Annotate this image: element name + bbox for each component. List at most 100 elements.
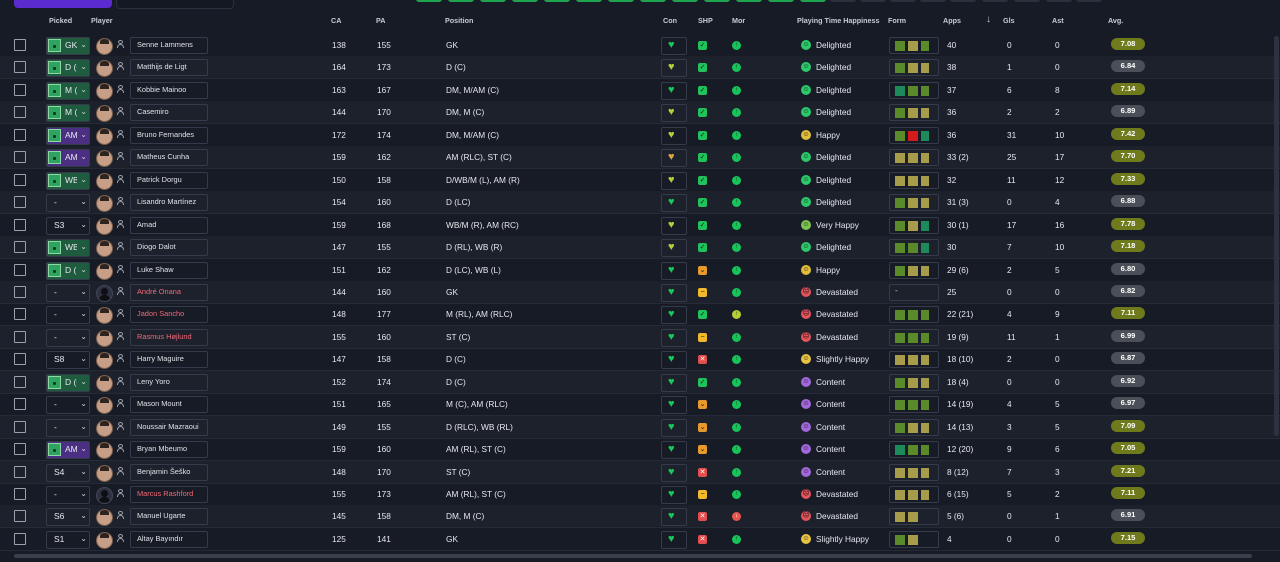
toolbar-button[interactable]	[512, 0, 538, 2]
column-header-happiness[interactable]: Playing Time Happiness	[797, 16, 880, 25]
condition-cell[interactable]: ♥	[661, 81, 687, 100]
form-cell[interactable]	[889, 396, 939, 414]
table-row[interactable]: - ⌄ André Onana 144 160 GK ♥ − ↑ ☹ Devastated -25 0 0…	[0, 280, 1280, 304]
column-header-mor[interactable]: Mor	[732, 16, 745, 25]
picked-dropdown[interactable]: S6 ⌄	[46, 508, 90, 527]
form-cell[interactable]	[889, 59, 939, 77]
condition-cell[interactable]: ♥	[661, 441, 687, 460]
toolbar-button[interactable]	[544, 0, 570, 2]
player-name-link[interactable]: Bryan Mbeumo	[130, 441, 208, 459]
form-cell[interactable]	[889, 418, 939, 436]
column-header-player[interactable]: Player	[91, 16, 113, 25]
table-row[interactable]: S8 ⌄ Harry Maguire 147 158 D (C) ♥ ✕ ↑ ☺ Slightly …	[0, 348, 1280, 372]
condition-cell[interactable]: ♥	[661, 149, 687, 168]
row-checkbox[interactable]	[14, 488, 26, 500]
form-cell[interactable]	[889, 37, 939, 54]
player-name-link[interactable]: Diogo Dalot	[130, 239, 208, 257]
row-checkbox[interactable]	[14, 106, 26, 119]
row-checkbox[interactable]	[14, 510, 26, 523]
player-name-link[interactable]: Marcus Rashford	[130, 486, 208, 503]
table-row[interactable]: AM (C)⌄ Bruno Fernandes 172 174 DM, M/AM (C)…	[0, 124, 1280, 147]
picked-dropdown[interactable]: - ⌄	[46, 194, 90, 213]
row-checkbox[interactable]	[14, 61, 26, 74]
sort-descending-icon[interactable]: ↓	[986, 14, 991, 25]
form-cell[interactable]	[889, 306, 939, 324]
picked-dropdown[interactable]: D (C)⌄	[46, 373, 90, 392]
row-checkbox[interactable]	[14, 39, 26, 51]
toolbar-button[interactable]	[640, 0, 666, 2]
table-row[interactable]: D (C)⌄Leny Yoro152174D (C)♥✓↑☺Content18 …	[0, 370, 1280, 394]
condition-cell[interactable]: ♥	[661, 261, 687, 280]
player-name-link[interactable]: Altay Bayındır	[130, 530, 208, 548]
player-name-link[interactable]: Patrick Dorgu	[130, 171, 208, 189]
form-cell[interactable]: -	[889, 283, 939, 301]
row-checkbox[interactable]	[14, 398, 26, 411]
player-name-link[interactable]: Rasmus Højlund	[130, 328, 208, 346]
player-name-link[interactable]: Kobbie Mainoo	[130, 81, 208, 99]
row-checkbox[interactable]	[14, 353, 26, 366]
player-name-link[interactable]: Harry Maguire	[130, 351, 208, 369]
player-name-link[interactable]: Manuel Ugarte	[130, 508, 208, 526]
toolbar-button[interactable]	[890, 0, 916, 2]
toolbar-button[interactable]	[416, 0, 442, 2]
condition-cell[interactable]: ♥	[661, 216, 687, 235]
toolbar-button[interactable]	[860, 0, 886, 2]
toolbar-button[interactable]	[950, 0, 976, 2]
toolbar-button[interactable]	[704, 0, 730, 2]
toolbar-button[interactable]	[480, 0, 506, 2]
condition-cell[interactable]: ♥	[661, 508, 687, 527]
table-row[interactable]: - ⌄ Jadon Sancho 148 177 M (RL), AM (RLC) ♥ ✓ ↑ ☹…	[0, 303, 1280, 327]
picked-dropdown[interactable]: - ⌄	[46, 283, 90, 302]
condition-cell[interactable]: ♥	[661, 126, 687, 145]
row-checkbox[interactable]	[14, 532, 26, 545]
form-cell[interactable]	[889, 328, 939, 346]
column-header-ca[interactable]: CA	[331, 16, 341, 25]
row-checkbox[interactable]	[14, 263, 26, 276]
form-cell[interactable]	[889, 530, 939, 548]
row-checkbox[interactable]	[14, 151, 26, 164]
toolbar-button[interactable]	[982, 0, 1008, 2]
condition-cell[interactable]: ♥	[661, 306, 687, 325]
form-cell[interactable]	[889, 104, 939, 122]
picked-dropdown[interactable]: - ⌄	[46, 328, 90, 347]
toolbar-button[interactable]	[736, 0, 762, 2]
condition-cell[interactable]: ♥	[661, 104, 687, 123]
condition-cell[interactable]: ♥	[661, 239, 687, 258]
table-row[interactable]: - ⌄ Mason Mount 151 165 M (C), AM (RLC) ♥ ⌄ ↑ ☺ Co…	[0, 393, 1280, 417]
toolbar-button[interactable]	[1014, 0, 1040, 2]
table-row[interactable]: AM (C)⌄ Matheus Cunha 159 162 AM (RLC), ST (…	[0, 146, 1280, 170]
toolbar-button[interactable]	[608, 0, 634, 2]
picked-dropdown[interactable]: WB (R)⌄	[46, 239, 90, 258]
condition-cell[interactable]: ♥	[661, 283, 687, 302]
row-checkbox[interactable]	[14, 218, 26, 231]
table-row[interactable]: - ⌄ Noussair Mazraoui 149 155 D (RLC), WB (RL…	[0, 415, 1280, 439]
vertical-scrollbar[interactable]	[1274, 36, 1279, 436]
column-header-con[interactable]: Con	[663, 16, 677, 25]
form-cell[interactable]	[889, 239, 939, 257]
picked-dropdown[interactable]: AM (C)⌄	[46, 441, 90, 460]
form-cell[interactable]	[889, 351, 939, 369]
picked-dropdown[interactable]: AM (C)⌄	[46, 126, 90, 145]
player-name-link[interactable]: Senne Lammens	[130, 37, 208, 54]
column-header-form[interactable]: Form	[888, 16, 906, 25]
condition-cell[interactable]: ♥	[661, 396, 687, 415]
player-name-link[interactable]: Mason Mount	[130, 396, 208, 414]
table-row[interactable]: WB (R)⌄ Diogo Dalot 147 155 D (RL), WB (R) ♥ ✓…	[0, 236, 1280, 260]
condition-cell[interactable]: ♥	[661, 373, 687, 392]
toolbar-button[interactable]	[448, 0, 474, 2]
table-row[interactable]: D (L)⌄Luke Shaw151162D (LC), WB (L)♥⌄↑☺H…	[0, 259, 1280, 282]
column-header-apps[interactable]: Apps	[943, 16, 961, 25]
form-cell[interactable]	[889, 441, 939, 459]
picked-dropdown[interactable]: M (C)⌄	[46, 104, 90, 123]
table-row[interactable]: - ⌄ Marcus Rashford 155 173 AM (RL), ST (C) ♥ −…	[0, 483, 1280, 506]
row-checkbox[interactable]	[14, 285, 26, 298]
table-row[interactable]: S3 ⌄ Amad 159 168 WB/M (R), AM (RC) ♥ ✓ ↑ ☺ Very H…	[0, 214, 1280, 237]
column-header-shp[interactable]: SHP	[698, 16, 713, 25]
toolbar-button[interactable]	[768, 0, 794, 2]
toolbar-button[interactable]	[576, 0, 602, 2]
picked-dropdown[interactable]: S4 ⌄	[46, 463, 90, 482]
table-row[interactable]: M (C)⌄ Casemiro 144 170 DM, M (C) ♥ ✓ ↑ ☺ Delight…	[0, 101, 1280, 125]
row-checkbox[interactable]	[14, 241, 26, 254]
row-checkbox[interactable]	[14, 330, 26, 343]
condition-cell[interactable]: ♥	[661, 171, 687, 190]
